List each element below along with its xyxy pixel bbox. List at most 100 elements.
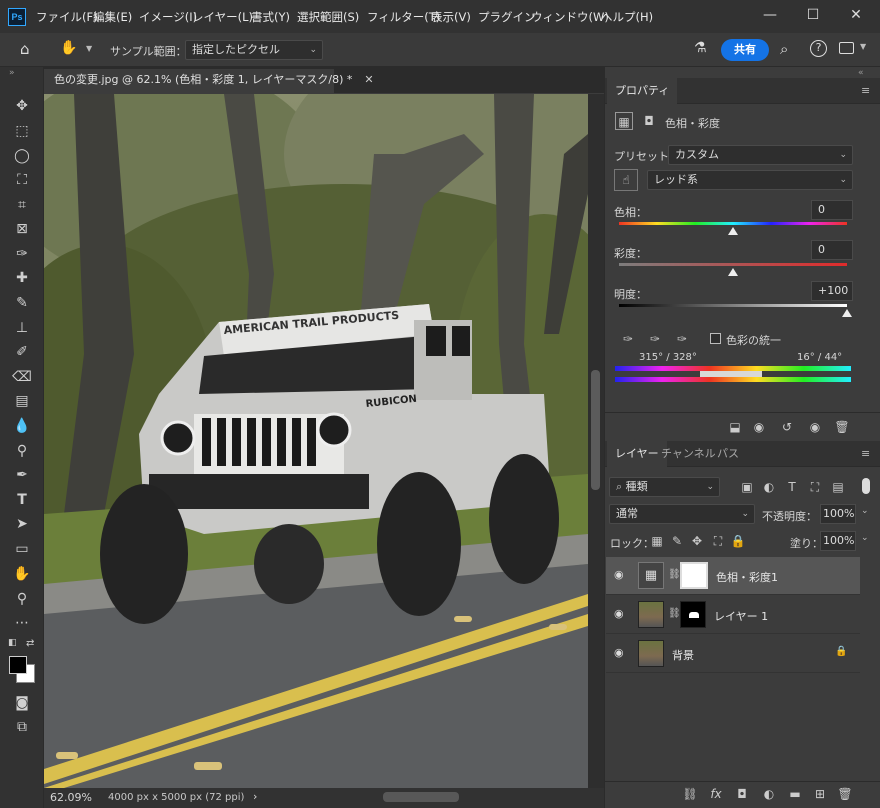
menu-image[interactable]: イメージ(I)	[139, 9, 197, 25]
lock-artboard-icon[interactable]: ⛶	[709, 532, 727, 550]
lock-pixels-icon[interactable]: ✎	[668, 532, 686, 550]
lightness-slider-thumb[interactable]	[842, 309, 852, 317]
saturation-slider-thumb[interactable]	[728, 268, 738, 276]
home-icon[interactable]: ⌂	[20, 40, 30, 58]
eye-icon[interactable]: ◉	[614, 607, 624, 620]
workspace-icon[interactable]	[839, 42, 854, 54]
visibility-icon[interactable]: ◉	[806, 418, 824, 436]
preset-select[interactable]: カスタム ⌄	[668, 145, 853, 165]
eraser-tool-icon[interactable]: ⌫	[11, 367, 33, 387]
mask-icon[interactable]: ◘	[640, 112, 658, 130]
menu-view[interactable]: 表示(V)	[431, 9, 471, 25]
hue-input[interactable]: 0	[811, 200, 853, 220]
lightness-input[interactable]: +100	[811, 281, 853, 301]
new-group-icon[interactable]: ▬	[786, 785, 804, 803]
filter-smart-object-icon[interactable]: ▤	[829, 478, 847, 496]
collapse-panel-icon[interactable]: »	[9, 68, 15, 78]
eye-icon[interactable]: ◉	[614, 568, 624, 581]
link-icon[interactable]: ⛓	[668, 569, 681, 580]
history-brush-tool-icon[interactable]: ✐	[11, 342, 33, 362]
horizontal-scroll-thumb[interactable]	[383, 792, 459, 802]
filter-shape-icon[interactable]: ⛶	[806, 478, 824, 496]
vertical-scroll-thumb[interactable]	[591, 370, 600, 490]
gradient-tool-icon[interactable]: ▤	[11, 391, 33, 411]
hand-tool-icon[interactable]: ✋	[60, 40, 77, 56]
brush-tool-icon[interactable]: ✎	[11, 293, 33, 313]
marquee-tool-icon[interactable]: ⬚	[11, 121, 33, 141]
menu-filter[interactable]: フィルター(T)	[367, 9, 440, 25]
search-icon[interactable]: ⌕	[780, 40, 788, 58]
filter-type-icon[interactable]: T	[783, 478, 801, 496]
help-icon[interactable]: ?	[810, 40, 827, 57]
pen-tool-icon[interactable]: ✒	[11, 465, 33, 485]
delete-adjustment-icon[interactable]: 🗑	[833, 418, 851, 436]
panel-menu-icon[interactable]: ≡	[861, 84, 870, 97]
add-mask-icon[interactable]: ◘	[733, 785, 751, 803]
close-button[interactable]: ✕	[836, 4, 876, 26]
move-tool-icon[interactable]: ✥	[11, 96, 33, 116]
lightness-slider-track[interactable]	[619, 304, 847, 307]
workspace-chevron-icon[interactable]: ▼	[860, 42, 866, 51]
layer-name[interactable]: 背景	[672, 647, 694, 663]
status-more-arrow[interactable]: ›	[253, 790, 257, 803]
foreground-color-swatch[interactable]	[9, 656, 27, 674]
type-tool-icon[interactable]: T	[11, 490, 33, 510]
tab-paths[interactable]: パス	[709, 441, 747, 467]
lock-transparent-icon[interactable]: ▦	[648, 532, 666, 550]
fill-chevron-icon[interactable]: ⌄	[861, 533, 869, 543]
link-icon[interactable]: ⛓	[668, 608, 681, 619]
screen-mode-icon[interactable]: ⧉	[11, 717, 33, 737]
layer-name[interactable]: レイヤー 1	[714, 608, 768, 624]
layer-row-background[interactable]: ◉ 背景 🔒	[606, 635, 860, 673]
blend-mode-select[interactable]: 通常 ⌄	[609, 504, 755, 524]
menu-file[interactable]: ファイル(F)	[36, 9, 98, 25]
lasso-tool-icon[interactable]: ◯	[11, 146, 33, 166]
new-layer-icon[interactable]: ⊞	[811, 785, 829, 803]
tool-preset-chevron-icon[interactable]: ▼	[86, 44, 92, 53]
eyedropper-plus-icon[interactable]: ✑	[646, 330, 664, 348]
view-previous-icon[interactable]: ◉	[750, 418, 768, 436]
opacity-chevron-icon[interactable]: ⌄	[861, 506, 869, 516]
colorize-checkbox[interactable]	[710, 333, 721, 344]
dodge-tool-icon[interactable]: ⚲	[11, 441, 33, 461]
menu-help[interactable]: ヘルプ(H)	[601, 9, 653, 25]
quick-mask-icon[interactable]: ◙	[11, 693, 33, 713]
lock-all-icon[interactable]: 🔒	[729, 532, 747, 550]
fx-icon[interactable]: fx	[707, 785, 725, 803]
fill-input[interactable]: 100%	[820, 531, 856, 551]
saturation-input[interactable]: 0	[811, 240, 853, 260]
panel-menu-icon[interactable]: ≡	[861, 447, 870, 460]
opacity-input[interactable]: 100%	[820, 504, 856, 524]
link-layers-icon[interactable]: ⛓	[681, 785, 699, 803]
swap-colors-icon[interactable]: ⇄	[26, 638, 34, 649]
layer-mask-thumbnail[interactable]	[680, 601, 706, 628]
reset-icon[interactable]: ↺	[778, 418, 796, 436]
filter-pixel-icon[interactable]: ▣	[738, 478, 756, 496]
eyedropper-minus-icon[interactable]: ✑	[673, 330, 691, 348]
default-colors-icon[interactable]: ◧	[8, 638, 17, 648]
filter-toggle[interactable]	[862, 478, 870, 494]
minimize-button[interactable]: —	[750, 4, 790, 26]
new-adjustment-icon[interactable]: ◐	[760, 785, 778, 803]
eyedropper-tool-icon[interactable]: ✑	[11, 244, 33, 264]
sample-size-select[interactable]: 指定したピクセル ⌄	[185, 40, 323, 60]
more-tools-icon[interactable]: ⋯	[11, 613, 33, 633]
lock-position-icon[interactable]: ✥	[688, 532, 706, 550]
hue-slider-track[interactable]	[619, 222, 847, 225]
menu-type[interactable]: 書式(Y)	[251, 9, 290, 25]
channel-select[interactable]: レッド系 ⌄	[647, 170, 853, 190]
hue-slider-thumb[interactable]	[728, 227, 738, 235]
flask-icon[interactable]: ⚗	[694, 40, 707, 56]
delete-layer-icon[interactable]: 🗑	[836, 785, 854, 803]
targeted-adjustment-hand-icon[interactable]: ☝	[614, 169, 638, 191]
eye-icon[interactable]: ◉	[614, 646, 624, 659]
maximize-button[interactable]: ☐	[793, 4, 833, 26]
menu-plugins[interactable]: プラグイン	[478, 9, 536, 25]
clip-to-layer-icon[interactable]: ⬓	[726, 418, 744, 436]
rectangle-tool-icon[interactable]: ▭	[11, 539, 33, 559]
layer-row-layer1[interactable]: ◉ ⛓ レイヤー 1	[606, 596, 860, 634]
crop-tool-icon[interactable]: ⌗	[11, 195, 33, 215]
saturation-slider-track[interactable]	[619, 263, 847, 266]
blur-tool-icon[interactable]: 💧	[11, 416, 33, 436]
collapse-right-panel-icon[interactable]: «	[858, 68, 864, 78]
